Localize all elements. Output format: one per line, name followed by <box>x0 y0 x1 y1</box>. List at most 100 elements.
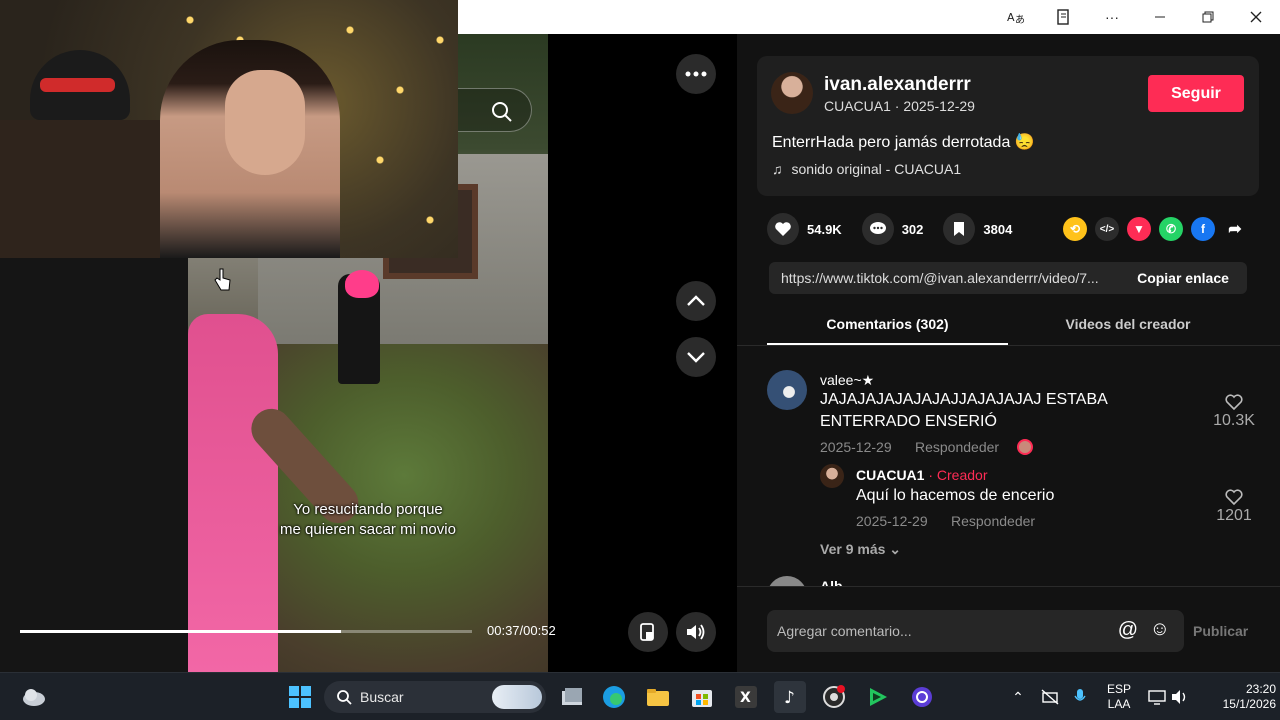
store-icon[interactable] <box>686 681 718 713</box>
post-description: EnterrHada pero jamás derrotada 😓 <box>772 134 1035 151</box>
heart-outline-icon <box>1225 394 1243 410</box>
previous-video-button[interactable] <box>676 281 716 321</box>
post-card: ivan.alexanderrr CUACUA1 · 2025-12-29 Se… <box>757 56 1259 196</box>
repost-icon[interactable]: ⟲ <box>1063 217 1087 241</box>
reply-header: CUACUA1 · Creador <box>856 467 988 483</box>
comment-input[interactable]: Agregar comentario... @ ☺ <box>767 610 1184 652</box>
restore-icon[interactable] <box>1184 0 1232 34</box>
post-music[interactable]: ♫ sonido original - CUACUA1 <box>772 161 961 177</box>
network-off-icon[interactable] <box>1040 687 1060 707</box>
share-link-box: https://www.tiktok.com/@ivan.alexanderrr… <box>769 262 1247 294</box>
close-icon[interactable] <box>1232 0 1280 34</box>
reply-author[interactable]: CUACUA1 <box>856 467 924 483</box>
subtitle-line-1: Yo resucitando porque <box>293 501 443 518</box>
facebook-icon[interactable]: f <box>1191 217 1215 241</box>
weather-icon[interactable] <box>18 681 50 713</box>
panel-tabs: Comentarios (302) Videos del creador <box>737 304 1280 346</box>
like-count: 54.9K <box>807 221 842 237</box>
display-icon[interactable] <box>1147 687 1167 707</box>
share-arrow-icon[interactable]: ➦ <box>1223 217 1247 241</box>
screen: Aあ ··· Yo resucitando porque me quieren … <box>0 0 1280 720</box>
comment-avatar-partial[interactable] <box>767 576 807 586</box>
comment-like-button[interactable]: 10.3K <box>1209 394 1259 430</box>
save-stat[interactable]: 3804 <box>943 213 1012 245</box>
like-stat[interactable]: 54.9K <box>767 213 842 245</box>
reader-icon[interactable] <box>1040 0 1088 34</box>
author-meta: CUACUA1 · 2025-12-29 <box>824 98 975 114</box>
x-app-icon[interactable]: X <box>730 681 762 713</box>
next-video-button[interactable] <box>676 337 716 377</box>
speaker-icon[interactable] <box>1170 687 1190 707</box>
comment-input-placeholder: Agregar comentario... <box>777 623 912 639</box>
media-player-icon[interactable] <box>862 681 894 713</box>
emoji-icon[interactable]: ☺ <box>1150 618 1170 641</box>
copy-link-button[interactable]: Copiar enlace <box>1119 262 1247 294</box>
search-button[interactable] <box>458 88 532 132</box>
start-button[interactable] <box>284 681 316 713</box>
file-explorer-preview-icon[interactable] <box>556 681 588 713</box>
publish-button[interactable]: Publicar <box>1193 623 1248 639</box>
share-options: ⟲ </> ▼ ✆ f ➦ <box>1063 217 1247 241</box>
author-username[interactable]: ivan.alexanderrr <box>824 74 971 96</box>
chevron-up-icon <box>687 295 705 306</box>
author-avatar[interactable] <box>771 72 813 114</box>
comment-reply-button[interactable]: Respondeder <box>915 439 999 455</box>
send-icon[interactable]: ▼ <box>1127 217 1151 241</box>
language-code: ESP <box>1106 682 1131 696</box>
mention-icon[interactable]: @ <box>1118 619 1138 642</box>
reply-avatar[interactable] <box>820 464 844 488</box>
folder-icon[interactable] <box>642 681 674 713</box>
video-progress-bar[interactable] <box>20 630 472 633</box>
comment-bubble-icon <box>861 213 894 245</box>
clock-date: 15/1/2026 <box>1222 697 1276 711</box>
comment-stat[interactable]: 302 <box>861 213 924 245</box>
picture-in-picture-button[interactable] <box>628 612 668 652</box>
webcam-goggles <box>40 78 115 92</box>
comment-author[interactable]: valee~★ <box>820 372 874 389</box>
tab-creator-videos[interactable]: Videos del creador <box>1008 316 1248 332</box>
keyboard-language[interactable]: ESP LAA <box>1104 682 1134 712</box>
tab-comments[interactable]: Comentarios (302) <box>767 316 1008 332</box>
taskbar: Buscar X ♪ ⌃ ESP LAA 23:20 15/1/2026 <box>0 672 1280 720</box>
webcam-overlay <box>0 0 458 258</box>
embed-icon[interactable]: </> <box>1095 217 1119 241</box>
svg-text:A: A <box>1007 11 1015 24</box>
comment-count: 302 <box>901 221 924 237</box>
obs-icon[interactable] <box>818 681 850 713</box>
comment-text-line-1: JAJAJAJAJAJAJAJJAJAJAJAJ ESTABA <box>820 391 1108 408</box>
video-time: 00:37/00:52 <box>487 623 556 638</box>
follow-button[interactable]: Seguir <box>1148 75 1244 112</box>
clock[interactable]: 23:20 15/1/2026 <box>1196 682 1276 712</box>
assistant-icon[interactable] <box>906 681 938 713</box>
view-more-replies[interactable]: Ver 9 más ⌄ <box>820 541 901 558</box>
reply-reply-button[interactable]: Respondeder <box>951 513 1035 529</box>
bookmark-icon <box>943 213 976 245</box>
share-link[interactable]: https://www.tiktok.com/@ivan.alexanderrr… <box>769 270 1119 286</box>
tray-overflow-icon[interactable]: ⌃ <box>1008 687 1028 707</box>
view-more-label: Ver 9 más <box>820 541 886 557</box>
more-icon[interactable]: ··· <box>1088 0 1136 34</box>
comment-author-partial[interactable]: Alb <box>820 578 843 586</box>
minimize-icon[interactable] <box>1136 0 1184 34</box>
comment-avatar[interactable] <box>767 370 807 410</box>
creator-liked-icon <box>1017 439 1033 455</box>
music-note-icon: ♫ <box>772 161 783 177</box>
reply-like-button[interactable]: 1201 <box>1209 489 1259 525</box>
music-title: sonido original - CUACUA1 <box>791 161 962 177</box>
tiktok-icon[interactable]: ♪ <box>774 681 806 713</box>
creator-badge: Creador <box>936 467 988 483</box>
video-subtitle: Yo resucitando porque me quieren sacar m… <box>253 500 483 540</box>
more-options-button[interactable] <box>676 54 716 94</box>
ellipsis-icon <box>685 71 707 77</box>
volume-button[interactable] <box>676 612 716 652</box>
whatsapp-icon[interactable]: ✆ <box>1159 217 1183 241</box>
edge-icon[interactable] <box>598 681 630 713</box>
microphone-icon[interactable] <box>1070 687 1090 707</box>
translate-icon[interactable]: Aあ <box>992 0 1040 34</box>
taskbar-search[interactable]: Buscar <box>324 681 546 713</box>
search-icon <box>492 102 512 122</box>
comment-list[interactable]: valee~★ JAJAJAJAJAJAJAJJAJAJAJAJ ESTABA … <box>737 346 1280 586</box>
hand-cursor-icon <box>214 268 231 291</box>
search-highlight-image <box>492 685 542 709</box>
reply-text: Aquí lo hacemos de encerio <box>856 487 1055 504</box>
